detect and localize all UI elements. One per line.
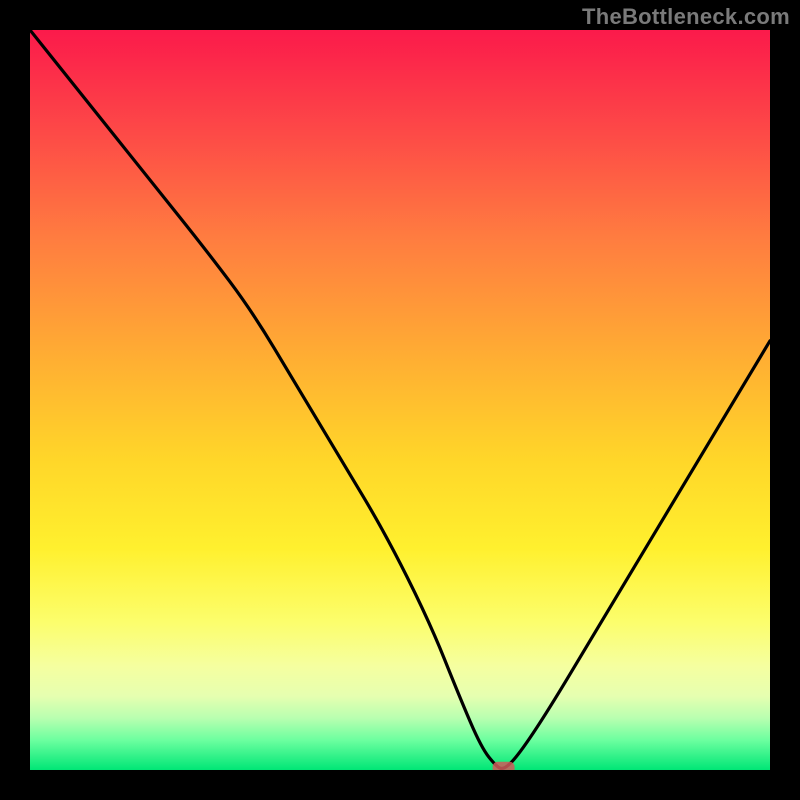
chart-frame: TheBottleneck.com — [0, 0, 800, 800]
watermark-text: TheBottleneck.com — [582, 4, 790, 30]
bottleneck-curve-path — [30, 30, 770, 768]
curve-layer — [30, 30, 770, 770]
optimal-point-marker — [493, 762, 515, 770]
plot-area — [30, 30, 770, 770]
